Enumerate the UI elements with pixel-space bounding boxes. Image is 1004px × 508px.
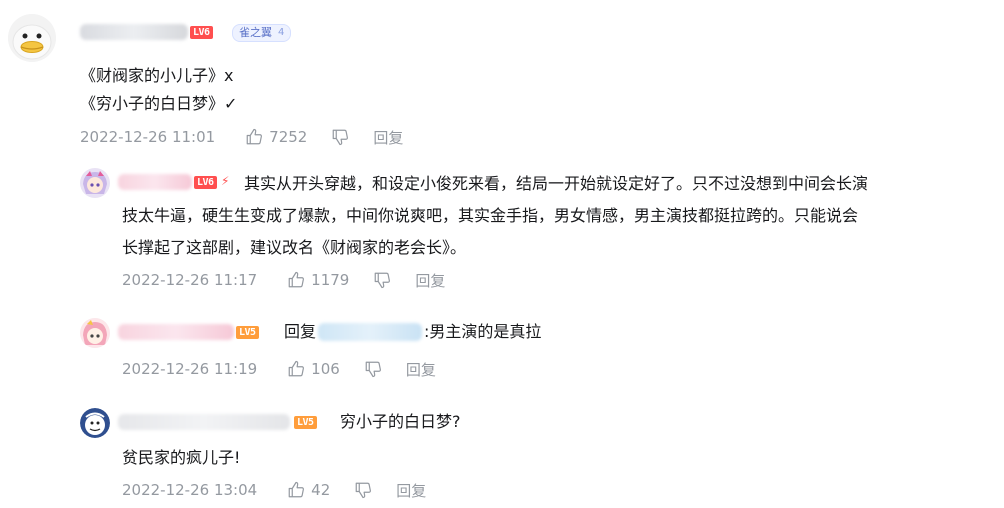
like-count: 1179 [311, 271, 350, 289]
comment-time: 2022-12-26 11:01 [80, 128, 216, 146]
username-redacted[interactable] [80, 24, 188, 40]
reply-button[interactable]: 回复 [415, 270, 445, 291]
comment-time: 2022-12-26 11:17 [122, 271, 258, 289]
comment-meta: 2022-12-26 11:01 7252 回复 [80, 127, 403, 147]
avatar[interactable] [80, 408, 110, 438]
thumb-down-icon [375, 272, 391, 289]
reply-text-first-line: 其实从开头穿越，和设定小俊死来看，结局一开始就设定好了。只不过没想到中间会长演 [244, 174, 869, 193]
comment-time: 2022-12-26 13:04 [122, 481, 258, 499]
reply-text: 回复 :男主演的是真拉 [284, 318, 541, 346]
comment-meta: 2022-12-26 11:19 106 回复 [122, 359, 436, 379]
user-level-badge: LV5 [294, 416, 317, 429]
fan-badge-level: 4 [278, 27, 285, 38]
reply-button[interactable]: 回复 [373, 127, 403, 148]
thumb-down-icon [333, 129, 349, 146]
dislike-button[interactable] [331, 128, 349, 146]
avatar[interactable] [80, 318, 110, 348]
comment-line: 《财阀家的小儿子》x [80, 66, 234, 85]
like-button[interactable]: 1179 [287, 271, 349, 289]
reply-text-first-line: 穷小子的白日梦? [340, 412, 461, 431]
like-button[interactable]: 42 [287, 481, 330, 499]
comment-time: 2022-12-26 11:19 [122, 360, 258, 378]
comment-meta: 2022-12-26 13:04 42 回复 [122, 480, 426, 500]
anime-girl-avatar-icon [80, 318, 110, 348]
thumb-down-icon [365, 361, 381, 378]
like-count: 42 [311, 481, 331, 499]
avatar[interactable] [8, 14, 56, 62]
username-redacted[interactable] [118, 174, 192, 190]
reply-text-line: 技太牛逼，硬生生变成了爆款，中间你说爽吧，其实金手指，男女情感，男主演技都挺拉跨… [122, 206, 859, 225]
reply-prefix: 回复 [284, 322, 317, 341]
like-count: 106 [311, 360, 340, 378]
like-count: 7252 [269, 128, 308, 146]
username-redacted[interactable] [118, 324, 234, 340]
like-button[interactable]: 7252 [245, 128, 307, 146]
cartoon-avatar-icon [80, 408, 110, 438]
user-level-badge: LV6 [190, 26, 213, 39]
reply-text-line: 贫民家的疯儿子! [122, 448, 241, 467]
lightning-icon: ⚡ [221, 174, 230, 188]
mentioned-user-redacted[interactable] [318, 323, 423, 341]
reply-suffix: :男主演的是真拉 [424, 322, 542, 341]
thumb-up-icon [288, 481, 305, 498]
reply-text-line: 长撑起了这部剧，建议改名《财阀家的老会长》。 [122, 238, 467, 257]
thumb-up-icon [288, 271, 305, 288]
user-level-badge: LV6 [194, 176, 217, 189]
like-button[interactable]: 106 [287, 360, 340, 378]
reply-button[interactable]: 回复 [396, 480, 426, 501]
thumb-up-icon [288, 360, 305, 377]
thumb-up-icon [246, 128, 263, 145]
thumb-down-icon [355, 482, 372, 499]
fan-badge[interactable]: 雀之翼 4 [232, 24, 292, 42]
dislike-button[interactable] [354, 481, 372, 499]
fan-badge-label: 雀之翼 [239, 26, 272, 39]
duck-avatar-icon [8, 14, 56, 62]
avatar[interactable] [80, 168, 110, 198]
username-redacted[interactable] [118, 414, 290, 430]
reply-button[interactable]: 回复 [406, 359, 436, 380]
dislike-button[interactable] [364, 360, 382, 378]
comment-meta: 2022-12-26 11:17 1179 回复 [122, 270, 445, 290]
comment-line: 《穷小子的白日梦》✓ [80, 94, 238, 113]
comment-text: 《财阀家的小儿子》x 《穷小子的白日梦》✓ [80, 62, 237, 118]
user-level-badge: LV5 [236, 326, 259, 339]
dislike-button[interactable] [373, 271, 391, 289]
anime-girl-avatar-icon [80, 168, 110, 198]
